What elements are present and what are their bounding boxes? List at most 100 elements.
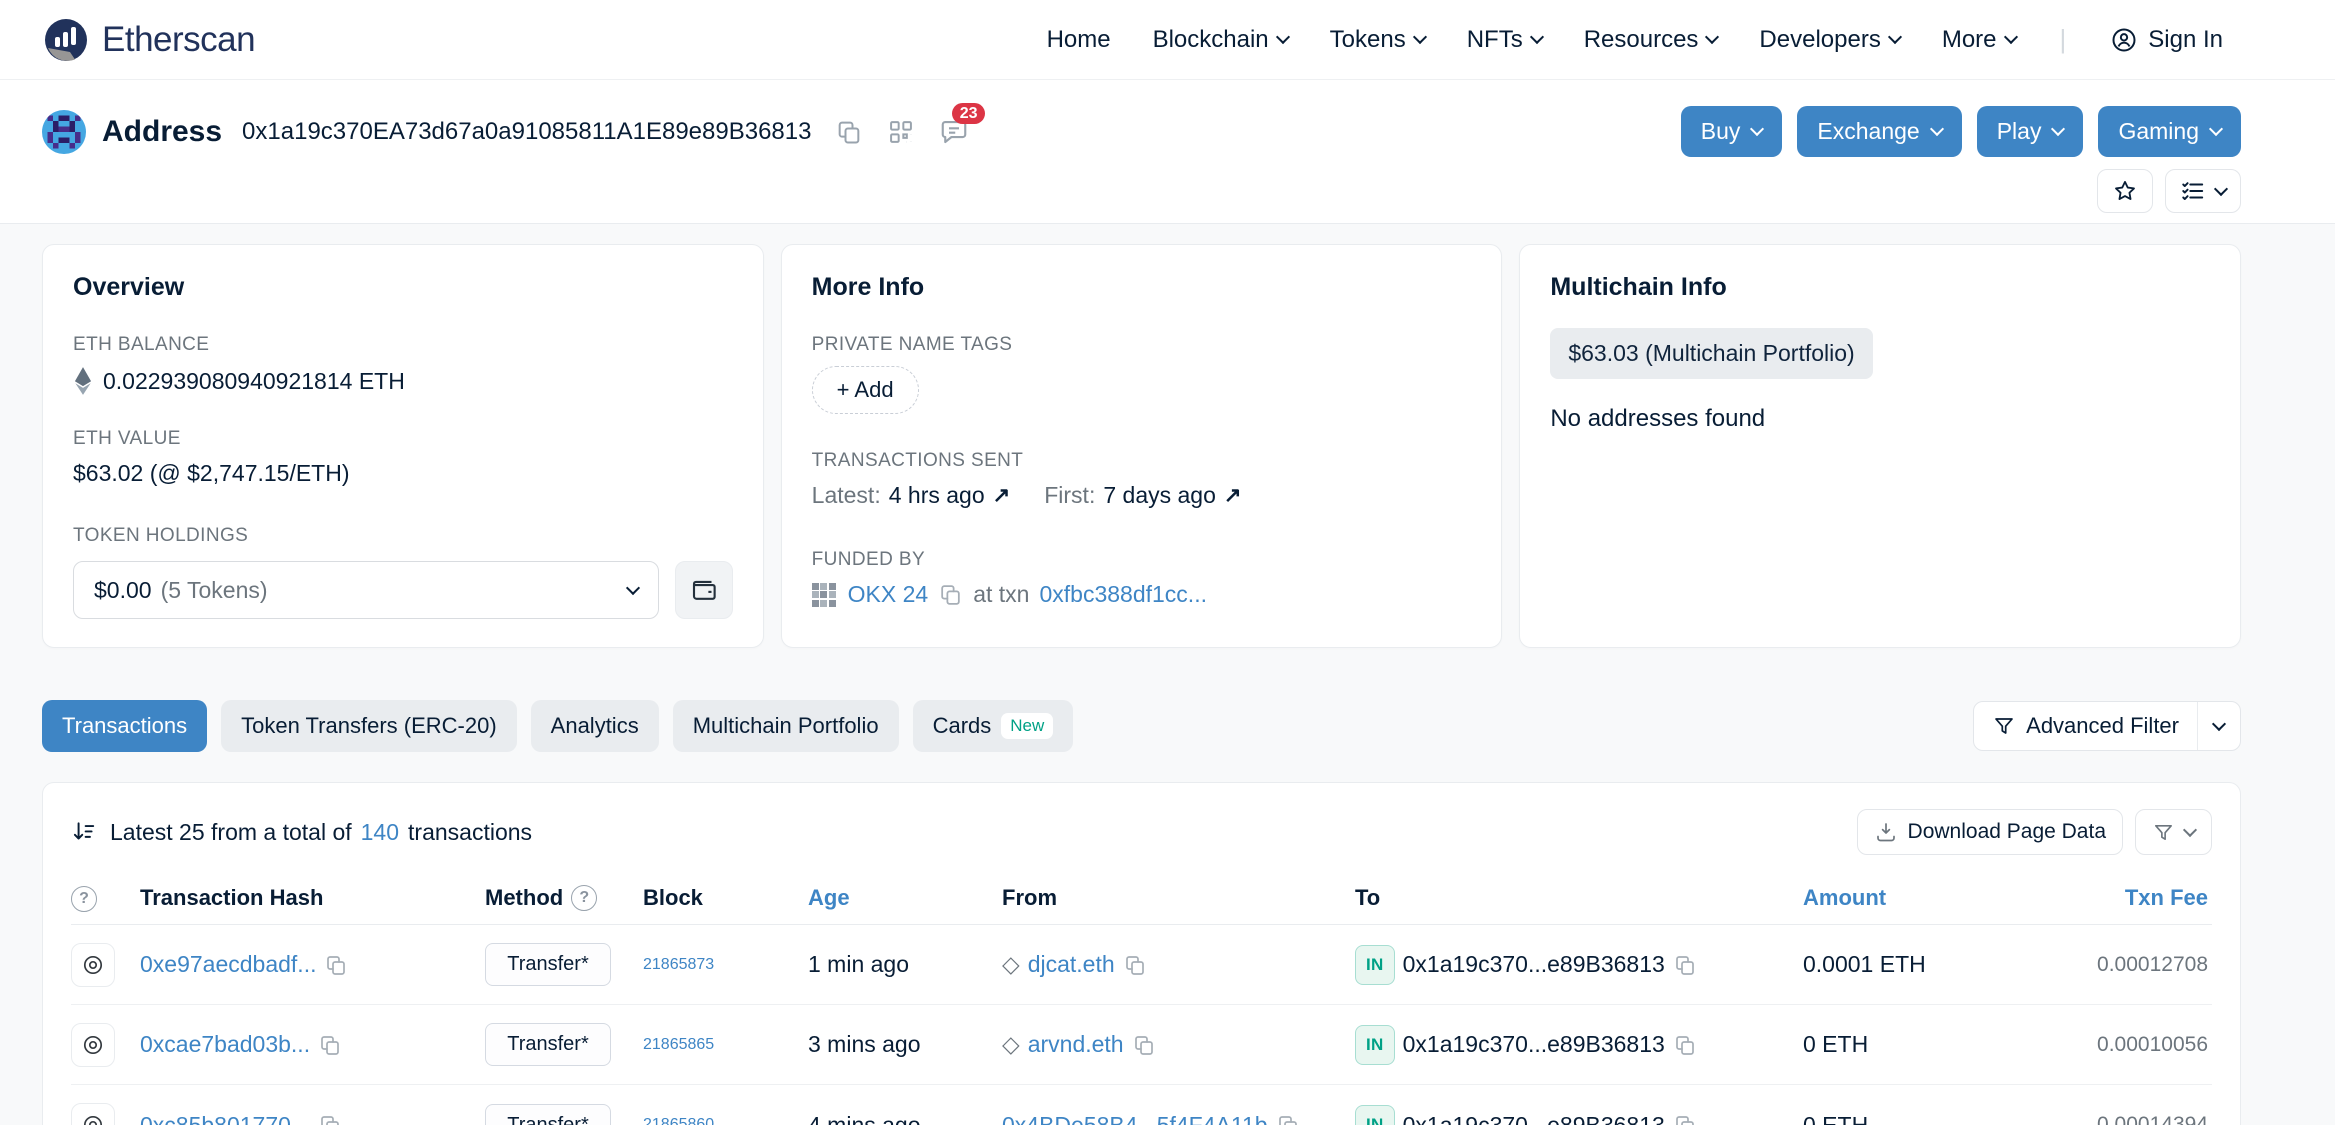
copy-tx-hash-button[interactable]: [324, 953, 348, 977]
method-help-icon[interactable]: ?: [571, 884, 598, 911]
etherscan-logo[interactable]: Etherscan: [42, 16, 256, 64]
sort-descending-icon[interactable]: [71, 819, 97, 845]
col-amount-toggle[interactable]: Amount: [1803, 885, 1886, 910]
chevron-down-icon: [2213, 181, 2229, 196]
tx-preview-button[interactable]: [71, 1103, 115, 1125]
method-badge[interactable]: Transfer*: [485, 1023, 611, 1066]
chevron-down-icon: [2003, 29, 2018, 45]
copy-icon: [321, 1116, 339, 1125]
wallet-button[interactable]: [674, 561, 733, 619]
age-value: 3 mins ago: [808, 1031, 921, 1057]
nav-more[interactable]: More: [1942, 26, 2018, 54]
funder-link[interactable]: OKX 24: [848, 581, 929, 608]
chevron-down-icon: [1705, 29, 1720, 45]
ens-diamond-icon: ◇: [1002, 1031, 1020, 1057]
tab-multichain-portfolio[interactable]: Multichain Portfolio: [672, 700, 899, 752]
nav-home[interactable]: Home: [1047, 26, 1111, 54]
from-link[interactable]: 0x4BDe58B4...5f4F4A11b: [1002, 1112, 1268, 1125]
copy-from-button[interactable]: [1123, 953, 1147, 977]
qr-code-button[interactable]: [887, 118, 915, 146]
copy-icon: [1134, 1035, 1153, 1055]
col-age-toggle[interactable]: Age: [808, 885, 850, 910]
chevron-down-icon: [1275, 29, 1290, 45]
amount-value: 0.0001 ETH: [1803, 951, 1926, 977]
token-holdings-dropdown[interactable]: $0.00 (5 Tokens): [73, 561, 659, 619]
overview-card: Overview ETH BALANCE 0.02293908094092181…: [42, 244, 764, 648]
gaming-button[interactable]: Gaming: [2098, 106, 2241, 157]
copy-to-button[interactable]: [1673, 953, 1697, 977]
no-addresses-text: No addresses found: [1550, 405, 1766, 432]
total-transactions-link[interactable]: 140: [361, 819, 399, 846]
copy-icon: [1675, 1035, 1694, 1055]
nav-nfts[interactable]: NFTs: [1467, 26, 1544, 54]
block-link[interactable]: 21865865: [643, 1036, 714, 1053]
checklist-icon: [2182, 182, 2204, 200]
tx-preview-button[interactable]: [71, 1022, 115, 1067]
tx-hash-link[interactable]: 0xe97aecdbadf...: [140, 951, 316, 978]
copy-from-button[interactable]: [1276, 1113, 1300, 1125]
direction-badge: IN: [1355, 1105, 1395, 1125]
arrow-up-right-icon[interactable]: ↗: [993, 483, 1011, 508]
help-icon[interactable]: ?: [71, 886, 97, 912]
copy-tx-hash-button[interactable]: [318, 1033, 342, 1057]
copy-to-button[interactable]: [1673, 1113, 1697, 1125]
chevron-down-icon: [1412, 29, 1427, 45]
eth-value: $63.02 (@ $2,747.15/ETH): [73, 460, 350, 486]
copy-icon: [321, 1035, 339, 1055]
block-link[interactable]: 21865860: [643, 1116, 714, 1125]
col-txn-fee-toggle[interactable]: Txn Fee: [2125, 885, 2208, 910]
advanced-filter-caret[interactable]: [2197, 702, 2240, 750]
add-name-tag-button[interactable]: + Add: [811, 366, 919, 414]
from-link[interactable]: djcat.eth: [1028, 951, 1115, 978]
method-badge[interactable]: Transfer*: [485, 943, 611, 986]
address-options-button[interactable]: [2165, 169, 2241, 213]
first-sent-link[interactable]: 7 days ago: [1103, 482, 1216, 509]
watchlist-star-button[interactable]: [2097, 169, 2153, 213]
tab-transactions[interactable]: Transactions: [42, 700, 208, 752]
blockie-icon: [42, 109, 86, 154]
block-link[interactable]: 21865873: [643, 956, 714, 973]
to-address: 0x1a19c370...e89B36813: [1402, 951, 1665, 977]
download-page-data-button[interactable]: Download Page Data: [1856, 809, 2123, 855]
table-row: 0xcae7bad03b... Transfer* 21865865 3 min…: [71, 1005, 2212, 1085]
more-info-card: More Info PRIVATE NAME TAGS + Add TRANSA…: [780, 244, 1503, 648]
copy-icon: [1125, 955, 1144, 975]
sign-in-button[interactable]: Sign In: [2110, 26, 2223, 54]
latest-sent-link[interactable]: 4 hrs ago: [889, 482, 985, 509]
from-link[interactable]: arvnd.eth: [1028, 1031, 1124, 1058]
play-button[interactable]: Play: [1976, 106, 2084, 157]
copy-from-button[interactable]: [1132, 1033, 1156, 1057]
txn-fee-value: 0.00014394: [2097, 1113, 2208, 1125]
arrow-up-right-icon[interactable]: ↗: [1224, 483, 1242, 508]
star-icon: [2115, 180, 2135, 200]
nav-resources[interactable]: Resources: [1584, 26, 1720, 54]
tx-hash-link[interactable]: 0xc85b801770...: [140, 1112, 310, 1125]
tx-hash-link[interactable]: 0xcae7bad03b...: [140, 1031, 310, 1058]
copy-funder-button[interactable]: [938, 582, 963, 607]
page-title: Address: [102, 114, 223, 148]
comments-button[interactable]: 23: [939, 102, 986, 147]
address-header: Address 0x1a19c370EA73d67a0a91085811A1E8…: [0, 80, 2335, 224]
nav-developers[interactable]: Developers: [1759, 26, 1902, 54]
transactions-card: Latest 25 from a total of 140 transactio…: [42, 782, 2241, 1125]
copy-to-button[interactable]: [1673, 1033, 1697, 1057]
latest-label: Latest:: [811, 482, 881, 508]
copy-address-button[interactable]: [835, 118, 863, 146]
tab-token-transfers[interactable]: Token Transfers (ERC-20): [221, 700, 517, 752]
advanced-filter-main[interactable]: Advanced Filter: [1974, 702, 2197, 750]
chevron-down-icon: [1887, 29, 1902, 45]
nav-tokens[interactable]: Tokens: [1330, 26, 1427, 54]
etherscan-logo-icon: [45, 18, 87, 61]
tab-analytics[interactable]: Analytics: [530, 700, 659, 752]
multichain-portfolio-badge[interactable]: $63.03 (Multichain Portfolio): [1550, 328, 1873, 379]
tx-preview-button[interactable]: [71, 942, 115, 987]
funding-txn-link[interactable]: 0xfbc388df1cc...: [1039, 581, 1207, 608]
method-badge[interactable]: Transfer*: [485, 1103, 611, 1125]
tab-cards[interactable]: Cards New: [912, 700, 1074, 752]
exchange-button[interactable]: Exchange: [1797, 106, 1962, 157]
copy-tx-hash-button[interactable]: [318, 1113, 342, 1125]
more-info-title: More Info: [811, 273, 925, 301]
buy-button[interactable]: Buy: [1680, 106, 1783, 157]
nav-blockchain[interactable]: Blockchain: [1153, 26, 1290, 54]
table-filter-button[interactable]: [2135, 809, 2212, 855]
